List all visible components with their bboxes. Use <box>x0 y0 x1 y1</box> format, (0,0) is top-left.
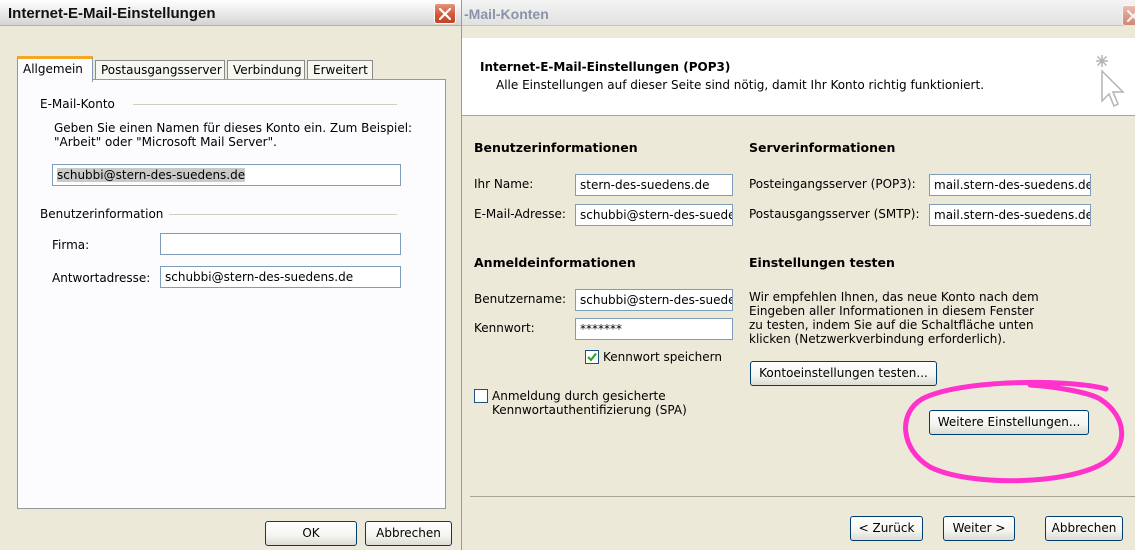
close-icon[interactable] <box>434 3 456 24</box>
name-field[interactable]: stern-des-suedens.de <box>575 174 733 196</box>
footer-divider <box>470 496 1135 497</box>
close-icon[interactable] <box>1122 5 1135 26</box>
username-field[interactable]: schubbi@stern-des-sueden <box>575 289 733 311</box>
account-name-value: schubbi@stern-des-suedens.de <box>57 168 246 182</box>
username-label: Benutzername: <box>474 292 567 306</box>
more-settings-button[interactable]: Weitere Einstellungen... <box>929 410 1089 435</box>
server-info-heading: Serverinformationen <box>749 140 896 155</box>
right-dialog-title: -Mail-Konten <box>464 6 549 22</box>
email-address-label: E-Mail-Adresse: <box>474 207 566 221</box>
incoming-server-field[interactable]: mail.stern-des-suedens.de <box>929 174 1091 196</box>
account-name-field[interactable]: schubbi@stern-des-suedens.de <box>52 164 401 186</box>
test-settings-heading: Einstellungen testen <box>749 255 895 270</box>
user-info-heading: Benutzerinformationen <box>474 140 638 155</box>
test-account-settings-button[interactable]: Kontoeinstellungen testen... <box>750 361 937 386</box>
tab-allgemein[interactable]: Allgemein <box>17 56 93 82</box>
spa-label: Anmeldung durch gesicherte Kennwortauthe… <box>492 389 687 417</box>
email-account-description: Geben Sie einen Namen für dieses Konto e… <box>54 121 413 149</box>
wizard-header: Internet-E-Mail-Einstellungen (POP3) All… <box>462 38 1135 116</box>
outgoing-server-field[interactable]: mail.stern-des-suedens.de <box>929 204 1091 226</box>
next-button[interactable]: Weiter > <box>943 516 1015 541</box>
email-accounts-wizard: -Mail-Konten Internet-E-Mail-Einstellung… <box>462 0 1135 550</box>
left-dialog-titlebar[interactable]: Internet-E-Mail-Einstellungen <box>0 0 461 26</box>
right-dialog-titlebar[interactable]: -Mail-Konten <box>462 0 1135 26</box>
group-divider <box>133 104 397 105</box>
email-account-group-label: E-Mail-Konto <box>40 97 121 111</box>
tab-erweitert[interactable]: Erweitert <box>307 60 373 81</box>
tab-postausgangsserver[interactable]: Postausgangsserver <box>95 60 225 81</box>
back-button[interactable]: < Zurück <box>850 516 923 541</box>
company-field[interactable] <box>160 233 401 255</box>
spa-checkbox[interactable] <box>474 389 488 403</box>
outgoing-server-label: Postausgangsserver (SMTP): <box>749 207 920 221</box>
name-label: Ihr Name: <box>474 177 534 191</box>
remember-password-checkbox[interactable] <box>585 350 599 364</box>
wizard-header-title: Internet-E-Mail-Einstellungen (POP3) <box>480 60 731 74</box>
tab-verbindung[interactable]: Verbindung <box>227 60 305 81</box>
wizard-header-subtitle: Alle Einstellungen auf dieser Seite sind… <box>496 78 985 92</box>
login-info-heading: Anmeldeinformationen <box>474 255 636 270</box>
test-settings-description: Wir empfehlen Ihnen, das neue Konto nach… <box>749 290 1039 346</box>
incoming-server-label: Posteingangsserver (POP3): <box>749 177 916 191</box>
wizard-cancel-button[interactable]: Abbrechen <box>1045 516 1123 541</box>
password-label: Kennwort: <box>474 321 535 335</box>
reply-address-label: Antwortadresse: <box>52 271 151 285</box>
reply-address-field[interactable]: schubbi@stern-des-suedens.de <box>160 266 401 288</box>
user-info-group-label: Benutzerinformation <box>40 207 170 221</box>
general-tab-panel: E-Mail-Konto Geben Sie einen Namen für d… <box>17 79 446 509</box>
checkmark-icon <box>587 352 597 362</box>
group-divider <box>168 214 397 215</box>
internet-email-settings-dialog: Internet-E-Mail-Einstellungen Allgemein … <box>0 0 462 550</box>
left-dialog-title: Internet-E-Mail-Einstellungen <box>8 5 216 22</box>
remember-password-label: Kennwort speichern <box>603 350 722 364</box>
ok-button[interactable]: OK <box>265 521 357 546</box>
password-field[interactable]: ******* <box>575 318 733 340</box>
company-label: Firma: <box>52 238 90 252</box>
email-address-field[interactable]: schubbi@stern-des-sueden <box>575 204 733 226</box>
cancel-button[interactable]: Abbrechen <box>365 521 452 546</box>
cursor-sparkle-icon <box>1096 55 1125 108</box>
